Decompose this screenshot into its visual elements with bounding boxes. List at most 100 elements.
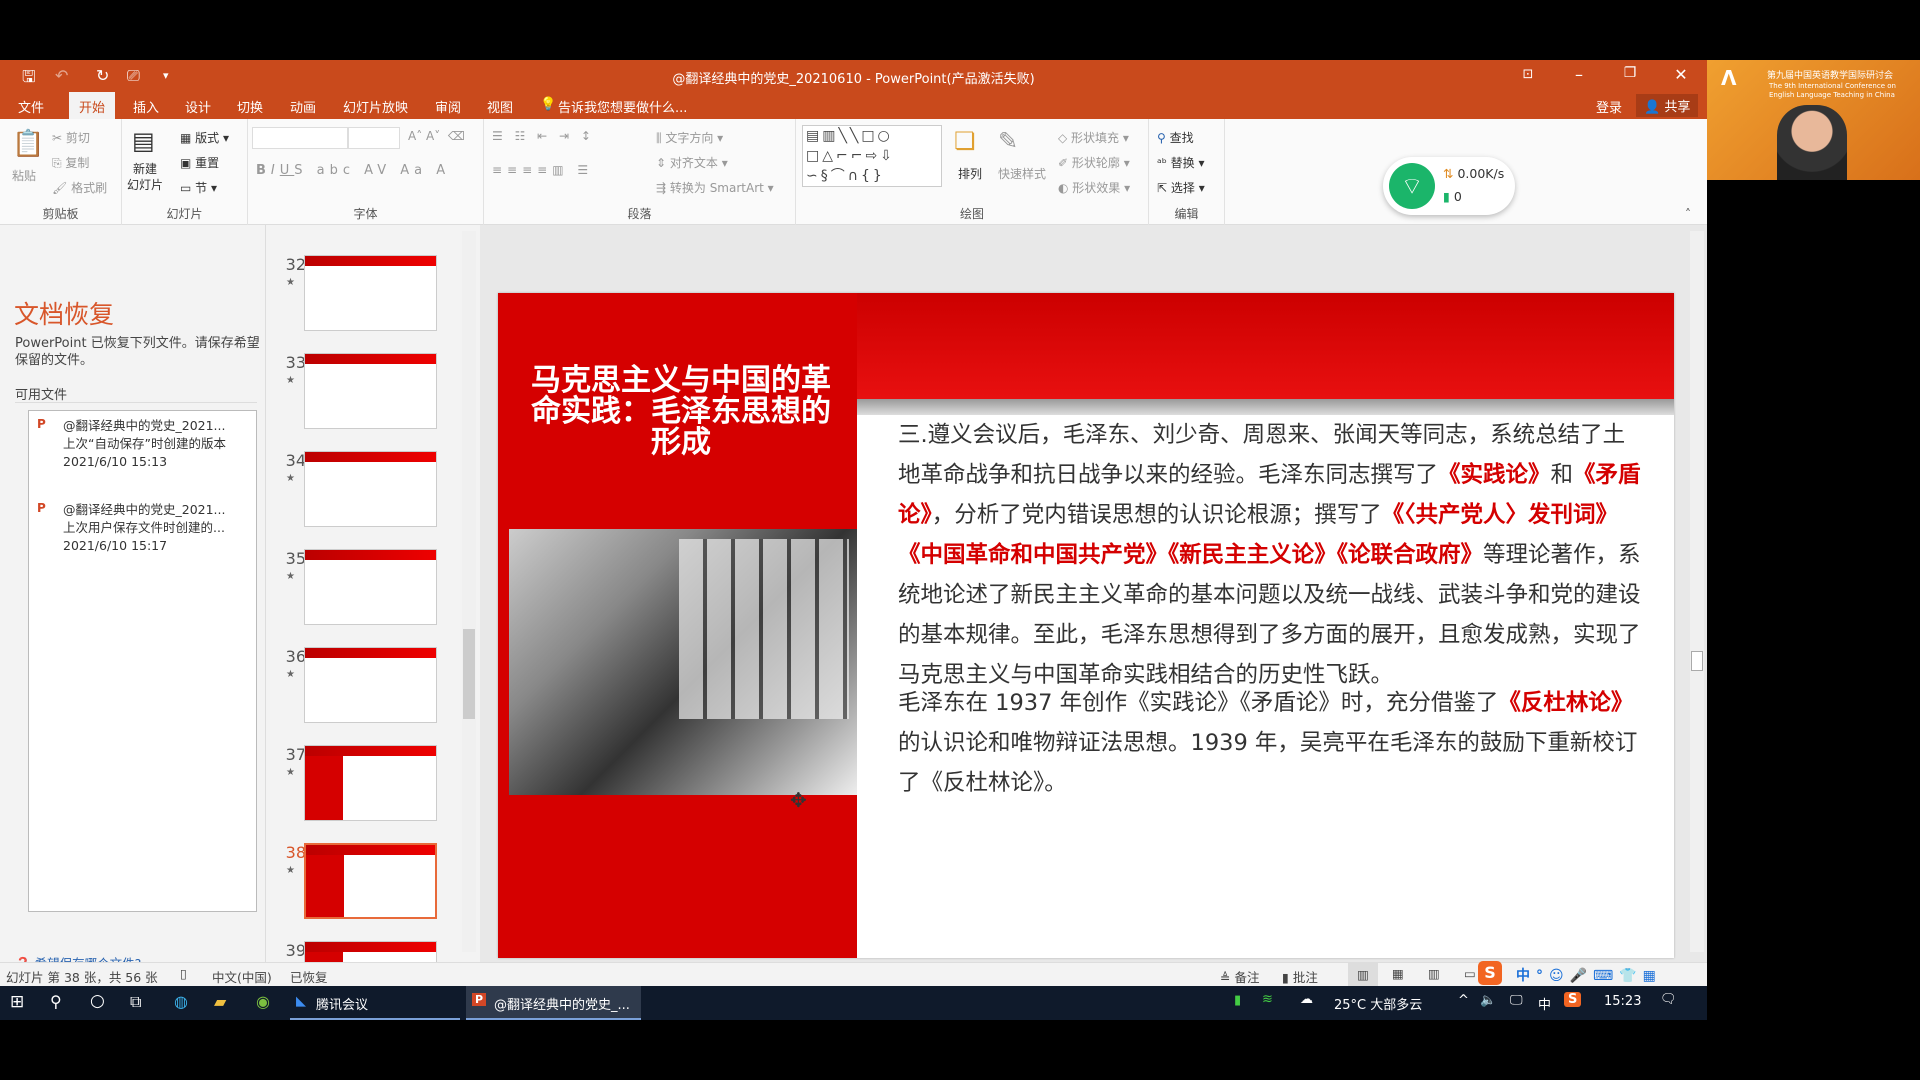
slide-thumbnail[interactable] [304, 549, 437, 625]
copy-button[interactable]: ⎘ 复制 [52, 154, 89, 171]
sogou-ime-icon[interactable]: S [1478, 961, 1502, 985]
sogou-tray-icon[interactable]: S [1564, 992, 1582, 1007]
restore-button[interactable]: ❐ [1610, 65, 1650, 81]
section-button[interactable]: ▭ 节 ▾ [180, 179, 217, 196]
taskbar-app-tencent-meeting[interactable]: ◣ 腾讯会议 [290, 986, 460, 1020]
cursor-icon: ⇱ [1157, 181, 1168, 195]
weather-text[interactable]: 25°C 大部多云 [1334, 994, 1422, 1013]
align-buttons[interactable]: ≡≡≡≡▥ ☰ [492, 163, 593, 177]
arrange-button[interactable]: 排列 [958, 165, 982, 182]
minimize-button[interactable]: – [1559, 65, 1599, 84]
paste-button[interactable]: 粘贴 [12, 167, 36, 184]
cut-button[interactable]: ✂ 剪切 [52, 129, 90, 146]
recovered-file-item[interactable]: P @翻译经典中的党史_2021... 上次用户保存文件时创建的... 2021… [29, 495, 256, 575]
cortana-icon[interactable]: ○ [90, 991, 105, 1011]
new-slide-button[interactable]: 新建 幻灯片 [127, 161, 163, 193]
font-format-buttons[interactable]: BIUS abc AV Aa A [256, 163, 450, 178]
tab-insert[interactable]: 插入 [133, 97, 159, 116]
wifi-tray-icon[interactable]: ≋ [1262, 992, 1273, 1007]
edge-icon[interactable]: ◍ [174, 992, 188, 1011]
network-speed-widget: ⌔ ⇅ 0.00K/s ▮ 0 [1383, 157, 1515, 215]
sign-in-link[interactable]: 登录 [1596, 97, 1622, 116]
new-slide-icon[interactable]: ▤ [132, 127, 155, 155]
tab-transitions[interactable]: 切换 [237, 97, 263, 116]
available-files-label: 可用文件 [15, 388, 68, 403]
format-painter-button[interactable]: 🖌 格式刷 [52, 179, 107, 196]
tencent-meeting-icon: ◣ [296, 994, 306, 1009]
quick-styles-icon[interactable]: ✎ [998, 127, 1018, 155]
align-text-button[interactable]: ⇕ 对齐文本 ▾ [656, 154, 728, 171]
notes-button[interactable]: ≜ 备注 [1220, 967, 1259, 986]
start-icon[interactable]: ⊞ [10, 992, 24, 1012]
share-button[interactable]: 👤 共享 [1636, 94, 1699, 117]
tab-home[interactable]: 开始 [69, 92, 116, 119]
shape-effects-button[interactable]: ◐ 形状效果 ▾ [1058, 179, 1130, 196]
tab-slideshow[interactable]: 幻灯片放映 [343, 97, 408, 116]
paste-icon[interactable]: 📋 [12, 129, 44, 159]
language-status[interactable]: 中文(中国) [212, 967, 272, 986]
list-buttons[interactable]: ☰ ☷ ⇤ ⇥ ↕ [492, 129, 595, 143]
scrollbar-thumb[interactable] [1691, 651, 1703, 671]
font-name-select[interactable] [252, 127, 348, 149]
close-button[interactable]: ✕ [1661, 65, 1701, 84]
tab-animations[interactable]: 动画 [290, 97, 316, 116]
browser-icon[interactable]: ◉ [256, 992, 270, 1011]
slide-thumbnail[interactable] [304, 843, 437, 919]
slide-thumbnail[interactable] [304, 255, 437, 331]
ime-tray[interactable]: 中 [1538, 994, 1551, 1013]
slide-thumbnail[interactable] [304, 353, 437, 429]
tray-expand-icon[interactable]: ^ [1458, 993, 1469, 1008]
slide-thumbnail[interactable] [304, 647, 437, 723]
notifications-icon[interactable]: 🗨 [1660, 992, 1677, 1007]
task-view-icon[interactable]: ⧉ [130, 992, 141, 1012]
tab-file[interactable]: 文件 [18, 97, 44, 116]
shape-fill-button[interactable]: ◇ 形状填充 ▾ [1058, 129, 1129, 146]
battery-icon[interactable]: ▮ [1234, 993, 1241, 1008]
quick-styles-button[interactable]: 快速样式 [998, 165, 1046, 182]
ime-toolbar[interactable]: 中°☺🎤⌨👕▦ [1516, 965, 1662, 985]
find-button[interactable]: ⚲ 查找 [1157, 129, 1194, 146]
volume-icon[interactable]: 🔈 [1480, 993, 1496, 1008]
slide-sorter-button[interactable]: ▦ [1392, 966, 1404, 981]
collapse-ribbon-icon[interactable]: ˄ [1685, 207, 1691, 221]
slide-thumbnail[interactable] [304, 451, 437, 527]
tab-review[interactable]: 审阅 [435, 97, 461, 116]
weather-icon[interactable]: ☁ [1300, 992, 1313, 1007]
smartart-button[interactable]: ⇶ 转换为 SmartArt ▾ [656, 179, 774, 196]
editor-scrollbar[interactable] [1690, 231, 1704, 952]
font-size-select[interactable] [348, 127, 400, 149]
select-button[interactable]: ⇱ 选择 ▾ [1157, 179, 1205, 196]
layout-button[interactable]: ▦ 版式 ▾ [180, 129, 229, 146]
recovered-file-item[interactable]: P @翻译经典中的党史_2021... 上次“自动保存”时创建的版本 2021/… [29, 411, 256, 491]
shape-outline-button[interactable]: ✐ 形状轮廓 ▾ [1058, 154, 1130, 171]
tab-view[interactable]: 视图 [487, 97, 513, 116]
slides-label: 幻灯片 [166, 207, 203, 221]
slide-thumbnail[interactable] [304, 745, 437, 821]
thumbnail-header [305, 452, 436, 462]
spellcheck-icon[interactable]: ▯ [180, 966, 187, 981]
thumbnail-scrollbar[interactable] [462, 231, 476, 952]
network-icon[interactable]: 🖵 [1510, 993, 1523, 1008]
font-size-buttons[interactable]: A˄ A˅ ⌫ [408, 129, 465, 143]
ribbon-display-icon[interactable]: ⊡ [1508, 67, 1548, 82]
scrollbar-thumb[interactable] [463, 629, 475, 719]
shapes-gallery[interactable]: ▤▥╲╲□○ □△⌐⌐⇨⇩ ∽§⌒∩{} [802, 125, 942, 187]
section-label: 节 [195, 181, 208, 195]
comments-button[interactable]: ▮ 批注 [1282, 967, 1318, 986]
reset-button[interactable]: ▣ 重置 [180, 154, 219, 171]
tell-me-search[interactable]: 告诉我您想要做什么... [558, 97, 687, 116]
text-direction-button[interactable]: ⫼ 文字方向 ▾ [656, 129, 723, 146]
replace-button[interactable]: ᵃᵇ 替换 ▾ [1157, 154, 1205, 171]
taskbar-app-powerpoint[interactable]: P @翻译经典中的党史_... [466, 986, 641, 1020]
clock[interactable]: 15:23 [1604, 994, 1641, 1009]
file-explorer-icon[interactable]: ▰ [214, 992, 226, 1011]
wifi-icon: ⌔ [1389, 163, 1435, 209]
reading-view-button[interactable]: ▥ [1428, 966, 1440, 981]
tab-design[interactable]: 设计 [185, 97, 211, 116]
arrange-icon[interactable]: ❏ [954, 127, 976, 155]
paragraph-label: 段落 [627, 207, 652, 221]
normal-view-button[interactable]: ▥ [1348, 963, 1378, 986]
slideshow-button[interactable]: ▭ [1464, 966, 1476, 981]
slide-canvas[interactable]: 马克思主义与中国的革命实践：毛泽东思想的形成 三.遵义会议后，毛泽东、刘少奇、周… [498, 293, 1674, 958]
search-icon[interactable]: ⚲ [50, 992, 62, 1011]
